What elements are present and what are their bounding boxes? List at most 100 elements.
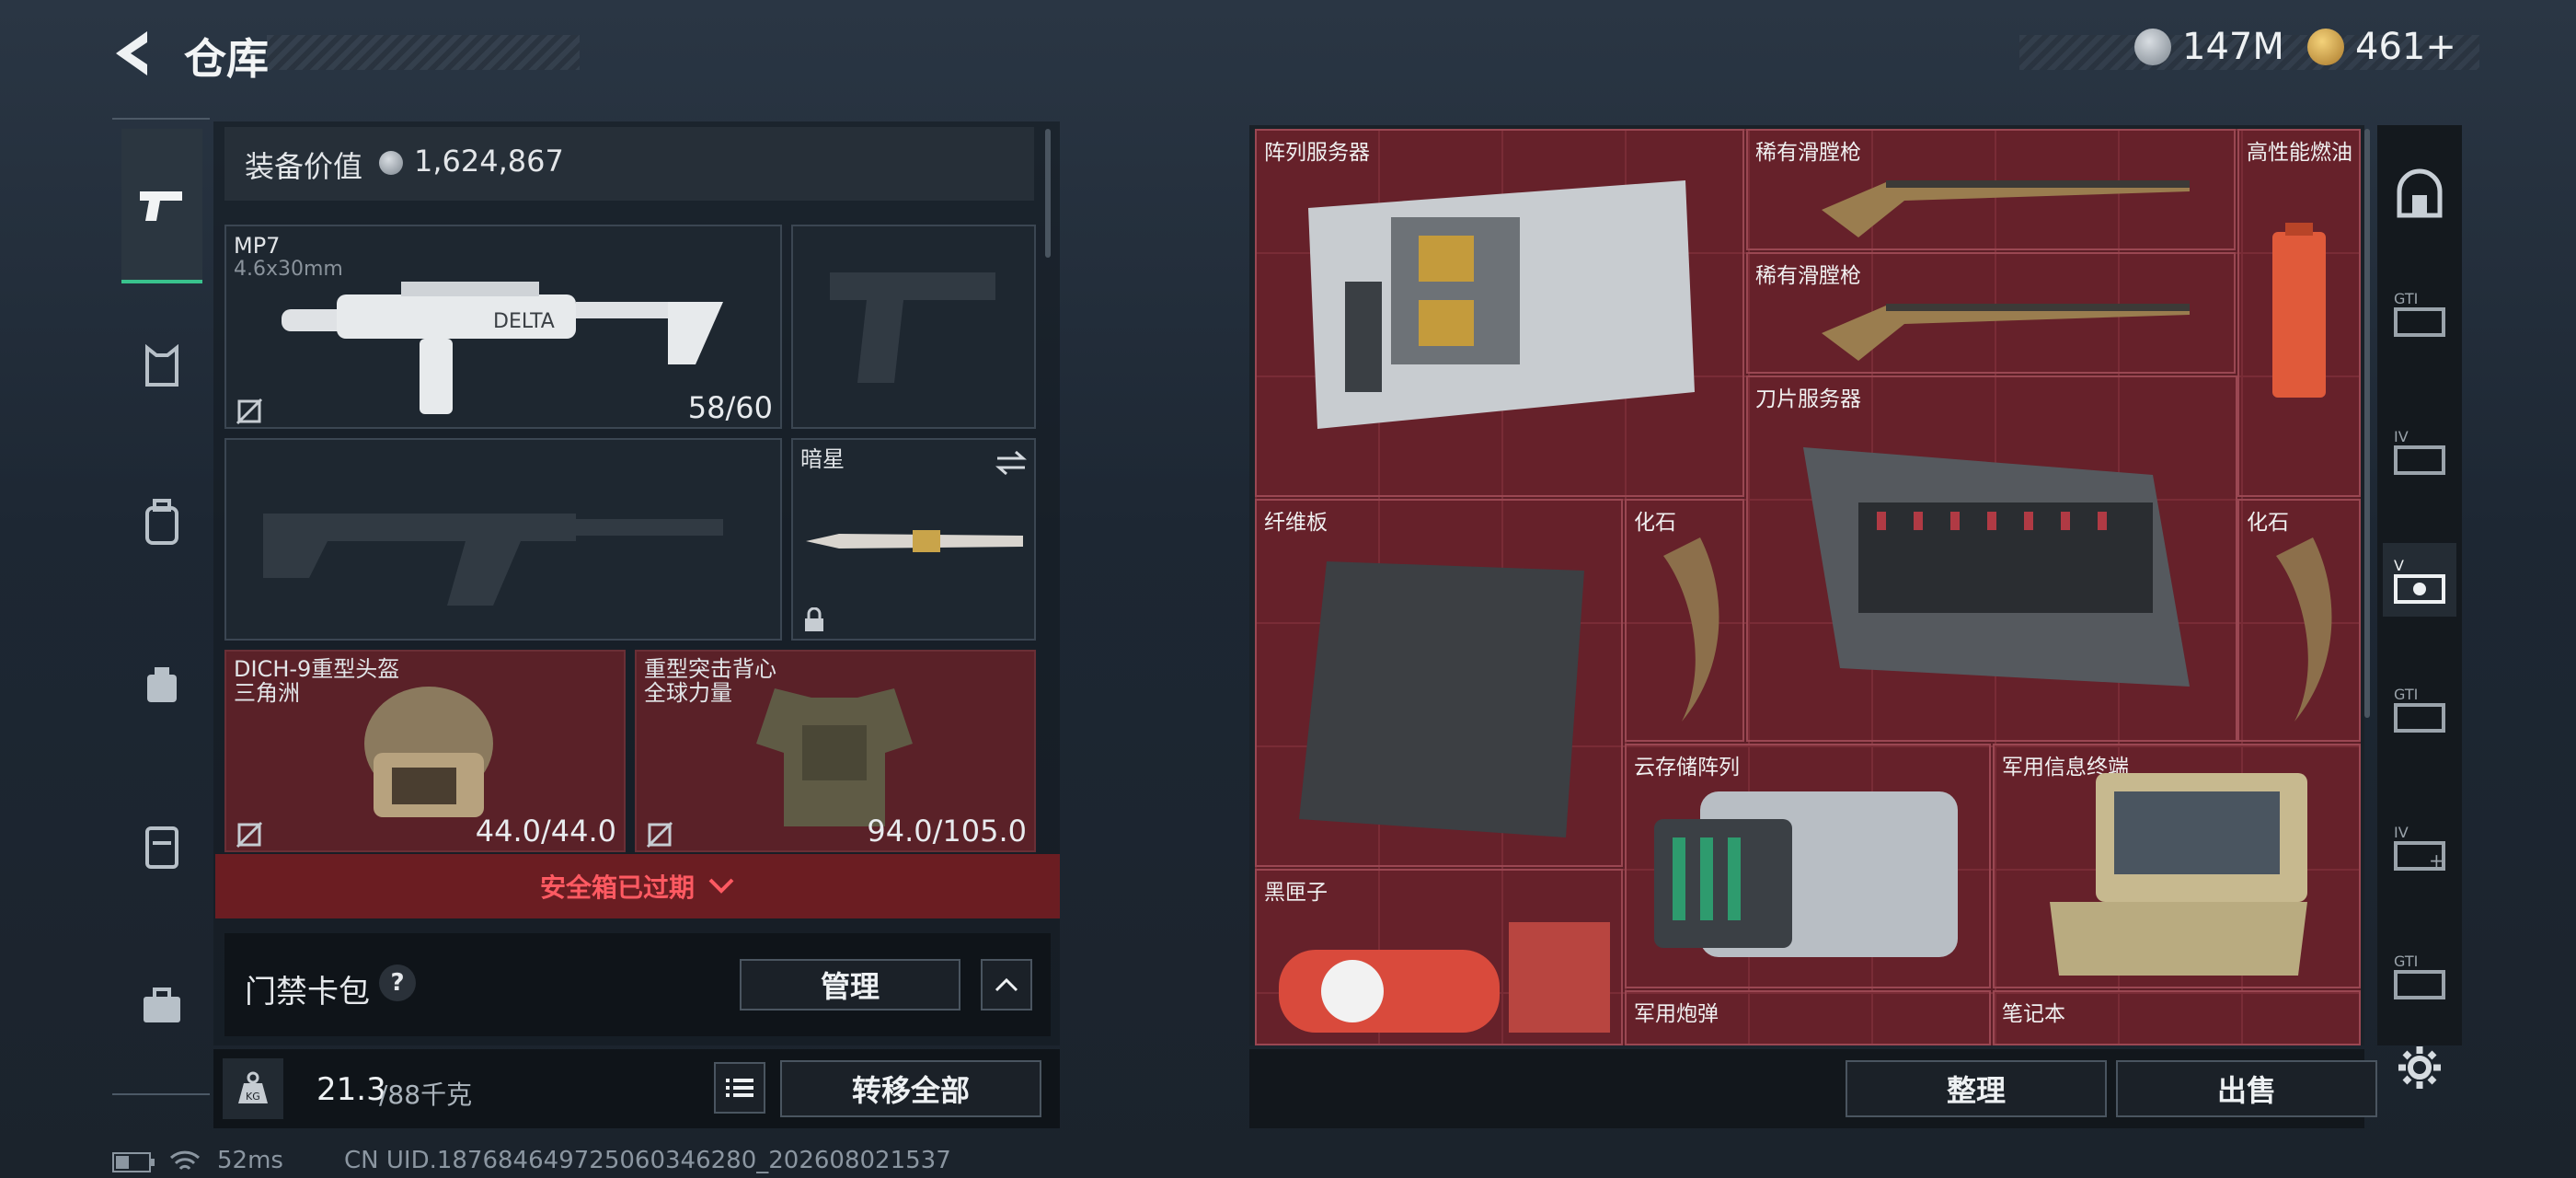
gold-coin-icon [2307,29,2344,65]
item-name: 刀片服务器 [1755,387,1861,411]
safebox-expired-banner[interactable]: 安全箱已过期 [215,854,1060,918]
stash-page-3-icon-active[interactable]: V [2383,543,2456,617]
silver-currency[interactable]: 147M [2134,26,2284,68]
pistol-icon[interactable] [121,166,202,247]
fossil-claw-image [1663,537,1719,722]
no-insurance-icon [646,821,673,849]
item-name: 笔记本 [2002,1002,2065,1026]
musket-image [1822,304,2190,361]
no-insurance-icon [236,398,263,425]
svg-text:IV: IV [2394,824,2409,841]
stash-item[interactable]: 纤维板 [1255,499,1623,867]
chest-rig-icon[interactable] [121,644,202,725]
military-terminal-image [2050,773,2307,976]
svg-text:V: V [2394,557,2404,574]
weight-row: KG 21.3 /88千克 转移全部 [213,1049,1060,1128]
silver-coin-icon [2134,29,2171,65]
silver-coin-icon [379,151,403,175]
keycard-case-row: 门禁卡包 ? 管理 [224,933,1051,1036]
armor-slot[interactable]: 重型突击背心 全球力量 94.0/105.0 [635,650,1036,852]
lock-icon [805,607,823,631]
stash-item[interactable]: 阵列服务器 [1255,129,1744,497]
stash-footer: 整理 出售 [1249,1049,2377,1128]
stash-item[interactable]: 化石 [2237,499,2361,742]
stash-item[interactable]: 军用炮弹 [1625,990,1991,1045]
back-button[interactable] [109,28,164,79]
secondary-weapon-slot[interactable] [224,438,782,641]
manage-button[interactable]: 管理 [740,959,960,1011]
cloud-storage-array-image [1654,791,1958,957]
svg-text:GTI: GTI [2394,953,2418,970]
helmet-slot[interactable]: DICH-9重型头盔 三角洲 44.0/44.0 [224,650,626,852]
help-icon[interactable]: ? [379,964,416,1001]
settings-gear-icon[interactable] [2383,1031,2456,1104]
svg-text:GTI: GTI [2394,290,2418,307]
gold-currency[interactable]: 461+ [2307,26,2456,68]
stash-item[interactable]: 稀有滑膛枪 [1746,129,2236,250]
melee-name: 暗星 [800,446,845,472]
sell-button[interactable]: 出售 [2116,1060,2377,1117]
no-insurance-icon [236,821,263,849]
primary-weapon-slot[interactable]: MP7 4.6x30mm DELTA 58/60 [224,225,782,429]
svg-text:KG: KG [246,1091,260,1103]
list-icon [726,1079,753,1097]
sidearm-slot[interactable] [791,225,1036,429]
svg-text:+: + [2429,849,2444,872]
sort-button[interactable]: 整理 [1846,1060,2107,1117]
page-title: 仓库 [184,34,269,84]
chevron-up-icon [995,977,1018,992]
equipment-scrollbar[interactable] [1045,129,1051,258]
equipment-value-label: 装备价值 [245,149,363,184]
rifle-silhouette-icon [263,514,723,606]
mp7-weapon-image: DELTA [282,282,723,414]
armor-vest-image [756,688,913,826]
stash-page-6-icon[interactable]: GTI [2383,939,2456,1012]
status-bar: 52ms CN UID.1876846497250603462​80_20260… [112,1147,1400,1178]
weight-icon: KG [223,1058,283,1119]
uid-text: CN UID.1876846497250603462​80_2026080215… [344,1147,951,1174]
stash-item[interactable]: 黑匣子 [1255,869,1623,1045]
battery-icon [112,1152,155,1172]
melee-slot[interactable]: 暗星 [791,438,1036,641]
weight-max: /88千克 [379,1080,473,1110]
stash-item[interactable]: 稀有滑膛枪 [1746,252,2236,374]
briefcase-icon[interactable] [121,966,202,1047]
stash-item[interactable]: 高性能燃油 [2237,129,2361,497]
svg-text:DELTA: DELTA [493,310,555,333]
fuel-can-image [2272,223,2326,398]
gold-amount: 461+ [2355,26,2456,68]
pistol-silhouette-icon [830,272,995,383]
armor-sub: 全球力量 [644,680,732,706]
vest-icon[interactable] [121,326,202,407]
transfer-all-button[interactable]: 转移全部 [780,1060,1041,1117]
list-view-button[interactable] [714,1062,765,1114]
black-box-image [1279,922,1610,1033]
helmet-image [364,687,493,817]
stash-item[interactable]: 刀片服务器 [1746,375,2237,742]
stash-page-2-icon[interactable]: IV [2383,414,2456,488]
stash-item[interactable]: 笔记本 [1993,990,2361,1045]
stash-page-5-icon[interactable]: IV + [2383,810,2456,884]
stash-item[interactable]: 军用信息终端 [1993,744,2361,988]
equipment-value: 1,624,867 [414,144,564,179]
backpack-icon[interactable] [121,482,202,563]
stash-item[interactable]: 化石 [1625,499,1744,742]
stash-item[interactable]: 云存储阵列 [1625,744,1991,988]
stash-home-icon[interactable] [2383,156,2456,230]
safebox-status-text: 安全箱已过期 [539,872,695,903]
ping-text: 52ms [217,1147,283,1174]
svg-text:GTI: GTI [2394,686,2418,703]
helmet-durability: 44.0/44.0 [475,814,616,849]
swap-icon[interactable] [994,449,1029,477]
collapse-button[interactable] [981,959,1032,1011]
stash-page-1-icon[interactable]: GTI [2383,276,2456,350]
stash-page-4-icon[interactable]: GTI [2383,672,2456,745]
stash-scrollbar[interactable] [2364,129,2370,718]
item-name: 阵列服务器 [1264,141,1370,165]
equipment-value-row: 装备价值 1,624,867 [224,127,1034,201]
pouch-icon[interactable] [121,806,202,887]
helmet-sub: 三角洲 [234,680,300,706]
blade-server-image [1803,447,2190,687]
silver-amount: 147M [2182,26,2284,68]
weight-current: 21.3 [316,1071,386,1108]
